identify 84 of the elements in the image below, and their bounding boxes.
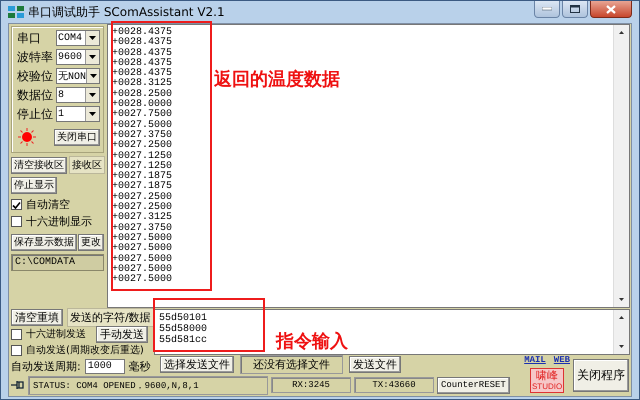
period-field[interactable]: 1000	[84, 358, 125, 374]
data-line: +0027.1875	[112, 172, 172, 182]
clear-receive-button[interactable]: 清空接收区	[11, 156, 67, 174]
data-line: +0028.4375	[112, 58, 172, 69]
scrollbar[interactable]	[613, 25, 629, 307]
send-data-label: 发送的字符/数据	[67, 308, 154, 326]
counter-reset-button[interactable]: CounterRESET	[437, 376, 510, 394]
link[interactable]: MAIL	[524, 355, 546, 365]
data-line: +0028.4375	[112, 28, 172, 38]
setting-label: 数据位	[16, 86, 53, 104]
checkbox[interactable]	[11, 198, 22, 210]
checkbox-label: 自动发送(周期改变后重选)	[26, 344, 144, 357]
maximize-icon	[570, 5, 580, 13]
close-button[interactable]	[590, 1, 632, 18]
data-line: +0028.4375	[112, 69, 172, 80]
data-line: +0027.2500	[112, 192, 172, 203]
scrollbar[interactable]	[613, 310, 629, 354]
command-line: 55d58000	[159, 324, 208, 335]
annotation-label: 指令输入	[276, 330, 348, 353]
save-path-field[interactable]: C:\COMDATA	[11, 254, 104, 271]
exit-button[interactable]: 关闭程序	[573, 359, 629, 392]
checkbox[interactable]	[11, 328, 22, 340]
setting-label: 校验位	[16, 68, 53, 84]
data-line: +0027.1875	[112, 182, 172, 192]
logo-text: 啸峰	[536, 369, 558, 382]
setting-label: 停止位	[16, 106, 53, 122]
data-line: +0027.5000	[112, 254, 172, 265]
minimize-button[interactable]	[534, 1, 560, 18]
data-line: +0028.4375	[112, 48, 172, 59]
tx-counter: TX:43660	[354, 377, 434, 393]
dropdown[interactable]: 无NON	[56, 68, 100, 84]
clear-refill-button[interactable]: 清空重填	[11, 308, 63, 326]
stop-display-button[interactable]: 停止显示	[11, 177, 57, 194]
setting-label: 串口	[16, 30, 41, 46]
data-line: +0028.3125	[112, 79, 172, 90]
data-line: +0027.5000	[112, 244, 172, 254]
receive-label: 接收区	[69, 156, 105, 174]
dropdown[interactable]: 1	[56, 106, 100, 122]
logo-text: STUDIO	[532, 382, 562, 392]
checkbox[interactable]	[11, 344, 22, 356]
close-port-button[interactable]: 关闭串口	[54, 128, 100, 146]
status-text: STATUS: COM4 OPENED，9600,N,8,1	[28, 376, 268, 394]
data-line: +0027.7500	[112, 110, 172, 120]
data-line: +0027.1250	[112, 152, 172, 162]
checkbox[interactable]	[11, 216, 22, 226]
send-file-button[interactable]: 发送文件	[349, 356, 401, 373]
pin-icon	[11, 379, 25, 391]
data-line: +0027.1250	[112, 162, 172, 172]
dropdown[interactable]: COM4	[56, 30, 100, 46]
dropdown[interactable]: 9600	[56, 49, 100, 65]
data-line: +0027.3125	[112, 213, 172, 224]
checkbox-label: 十六进制发送	[26, 328, 86, 341]
rx-counter: RX:3245	[271, 377, 351, 393]
period-unit: 毫秒	[128, 358, 151, 374]
window-title: 串口调试助手 SComAssistant V2.1	[28, 4, 226, 20]
setting-label: 波特率	[16, 48, 53, 66]
data-line: +0027.5000	[112, 264, 172, 275]
maximize-button[interactable]	[562, 1, 588, 18]
command-line: 55d581cc	[159, 335, 208, 346]
data-line: +0027.3750	[112, 130, 172, 141]
minimize-icon	[542, 7, 552, 11]
checkbox-label: 自动清空	[26, 196, 70, 212]
data-line: +0028.2500	[112, 90, 172, 100]
command-line: 55d50101	[159, 313, 208, 324]
dropdown[interactable]: 8	[56, 87, 100, 103]
data-line: +0027.2500	[112, 203, 172, 214]
data-line: +0028.0000	[112, 100, 172, 110]
change-button[interactable]: 更改	[78, 234, 104, 251]
data-line: +0027.3750	[112, 224, 172, 234]
data-line: +0027.5000	[112, 275, 172, 286]
file-status: 还没有选择文件	[240, 355, 343, 374]
link[interactable]: WEB	[554, 355, 570, 365]
checkbox-label: 十六进制显示	[26, 214, 92, 228]
choose-file-button[interactable]: 选择发送文件	[160, 356, 234, 373]
data-line: +0028.4375	[112, 38, 172, 48]
period-label: 自动发送周期:	[11, 358, 81, 374]
data-line: +0027.5000	[112, 120, 172, 131]
manual-send-button[interactable]: 手动发送	[96, 326, 148, 342]
data-line: +0027.2500	[112, 141, 172, 152]
save-data-button[interactable]: 保存显示数据	[11, 234, 77, 251]
data-line: +0027.5000	[112, 234, 172, 244]
app-icon	[8, 5, 24, 19]
close-icon	[606, 4, 616, 14]
annotation-label: 返回的温度数据	[214, 68, 340, 91]
